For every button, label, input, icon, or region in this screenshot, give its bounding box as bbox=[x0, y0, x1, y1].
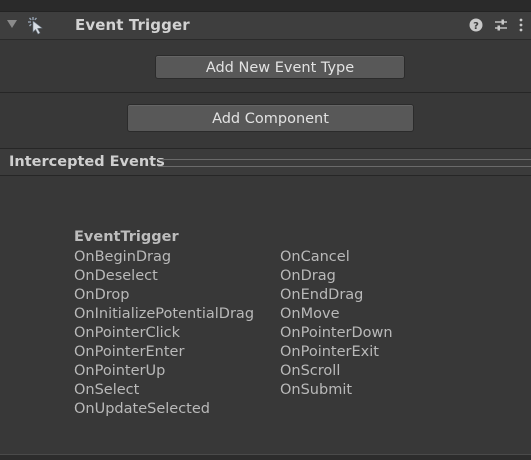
section-divider-lines bbox=[158, 159, 531, 167]
event-item: OnPointerDown bbox=[280, 325, 393, 341]
intercepted-events-header[interactable]: Intercepted Events bbox=[0, 149, 531, 176]
event-item: OnPointerEnter bbox=[74, 344, 185, 360]
event-item: OnDrag bbox=[280, 268, 336, 284]
event-item: OnBeginDrag bbox=[74, 249, 172, 265]
events-class-title: EventTrigger bbox=[74, 229, 179, 245]
event-item: OnInitializePotentialDrag bbox=[74, 306, 255, 322]
help-icon[interactable]: ? bbox=[468, 17, 484, 33]
event-item: OnPointerClick bbox=[74, 325, 181, 341]
component-header[interactable]: Event Trigger ? bbox=[0, 12, 531, 40]
event-item: OnDrop bbox=[74, 287, 130, 303]
event-item: OnPointerExit bbox=[280, 344, 379, 360]
event-item: OnPointerUp bbox=[74, 363, 166, 379]
kebab-menu-icon[interactable] bbox=[517, 17, 531, 33]
divider bbox=[0, 92, 531, 93]
event-item: OnCancel bbox=[280, 249, 350, 265]
event-item: OnSelect bbox=[74, 382, 140, 398]
events-left-column: OnBeginDrag OnDeselect OnDrop OnInitiali… bbox=[74, 248, 254, 419]
foldout-arrow-icon[interactable] bbox=[7, 20, 17, 28]
inspector-panel: Event Trigger ? Add New Event Type Add C… bbox=[0, 0, 531, 460]
add-component-button[interactable]: Add Component bbox=[127, 104, 414, 132]
event-item: OnDeselect bbox=[74, 268, 158, 284]
top-edge bbox=[0, 0, 531, 12]
add-new-event-type-button[interactable]: Add New Event Type bbox=[155, 55, 405, 79]
event-item: OnEndDrag bbox=[280, 287, 364, 303]
events-right-column: OnCancel OnDrag OnEndDrag OnMove OnPoint… bbox=[280, 248, 393, 400]
event-trigger-icon bbox=[28, 17, 43, 35]
presets-icon[interactable] bbox=[493, 17, 509, 33]
event-item: OnUpdateSelected bbox=[74, 401, 210, 417]
event-item: OnSubmit bbox=[280, 382, 353, 398]
event-item: OnScroll bbox=[280, 363, 341, 379]
event-item: OnMove bbox=[280, 306, 340, 322]
section-title: Intercepted Events bbox=[9, 154, 165, 170]
bottom-edge bbox=[0, 454, 531, 460]
svg-text:?: ? bbox=[473, 21, 479, 32]
component-title: Event Trigger bbox=[75, 16, 190, 34]
